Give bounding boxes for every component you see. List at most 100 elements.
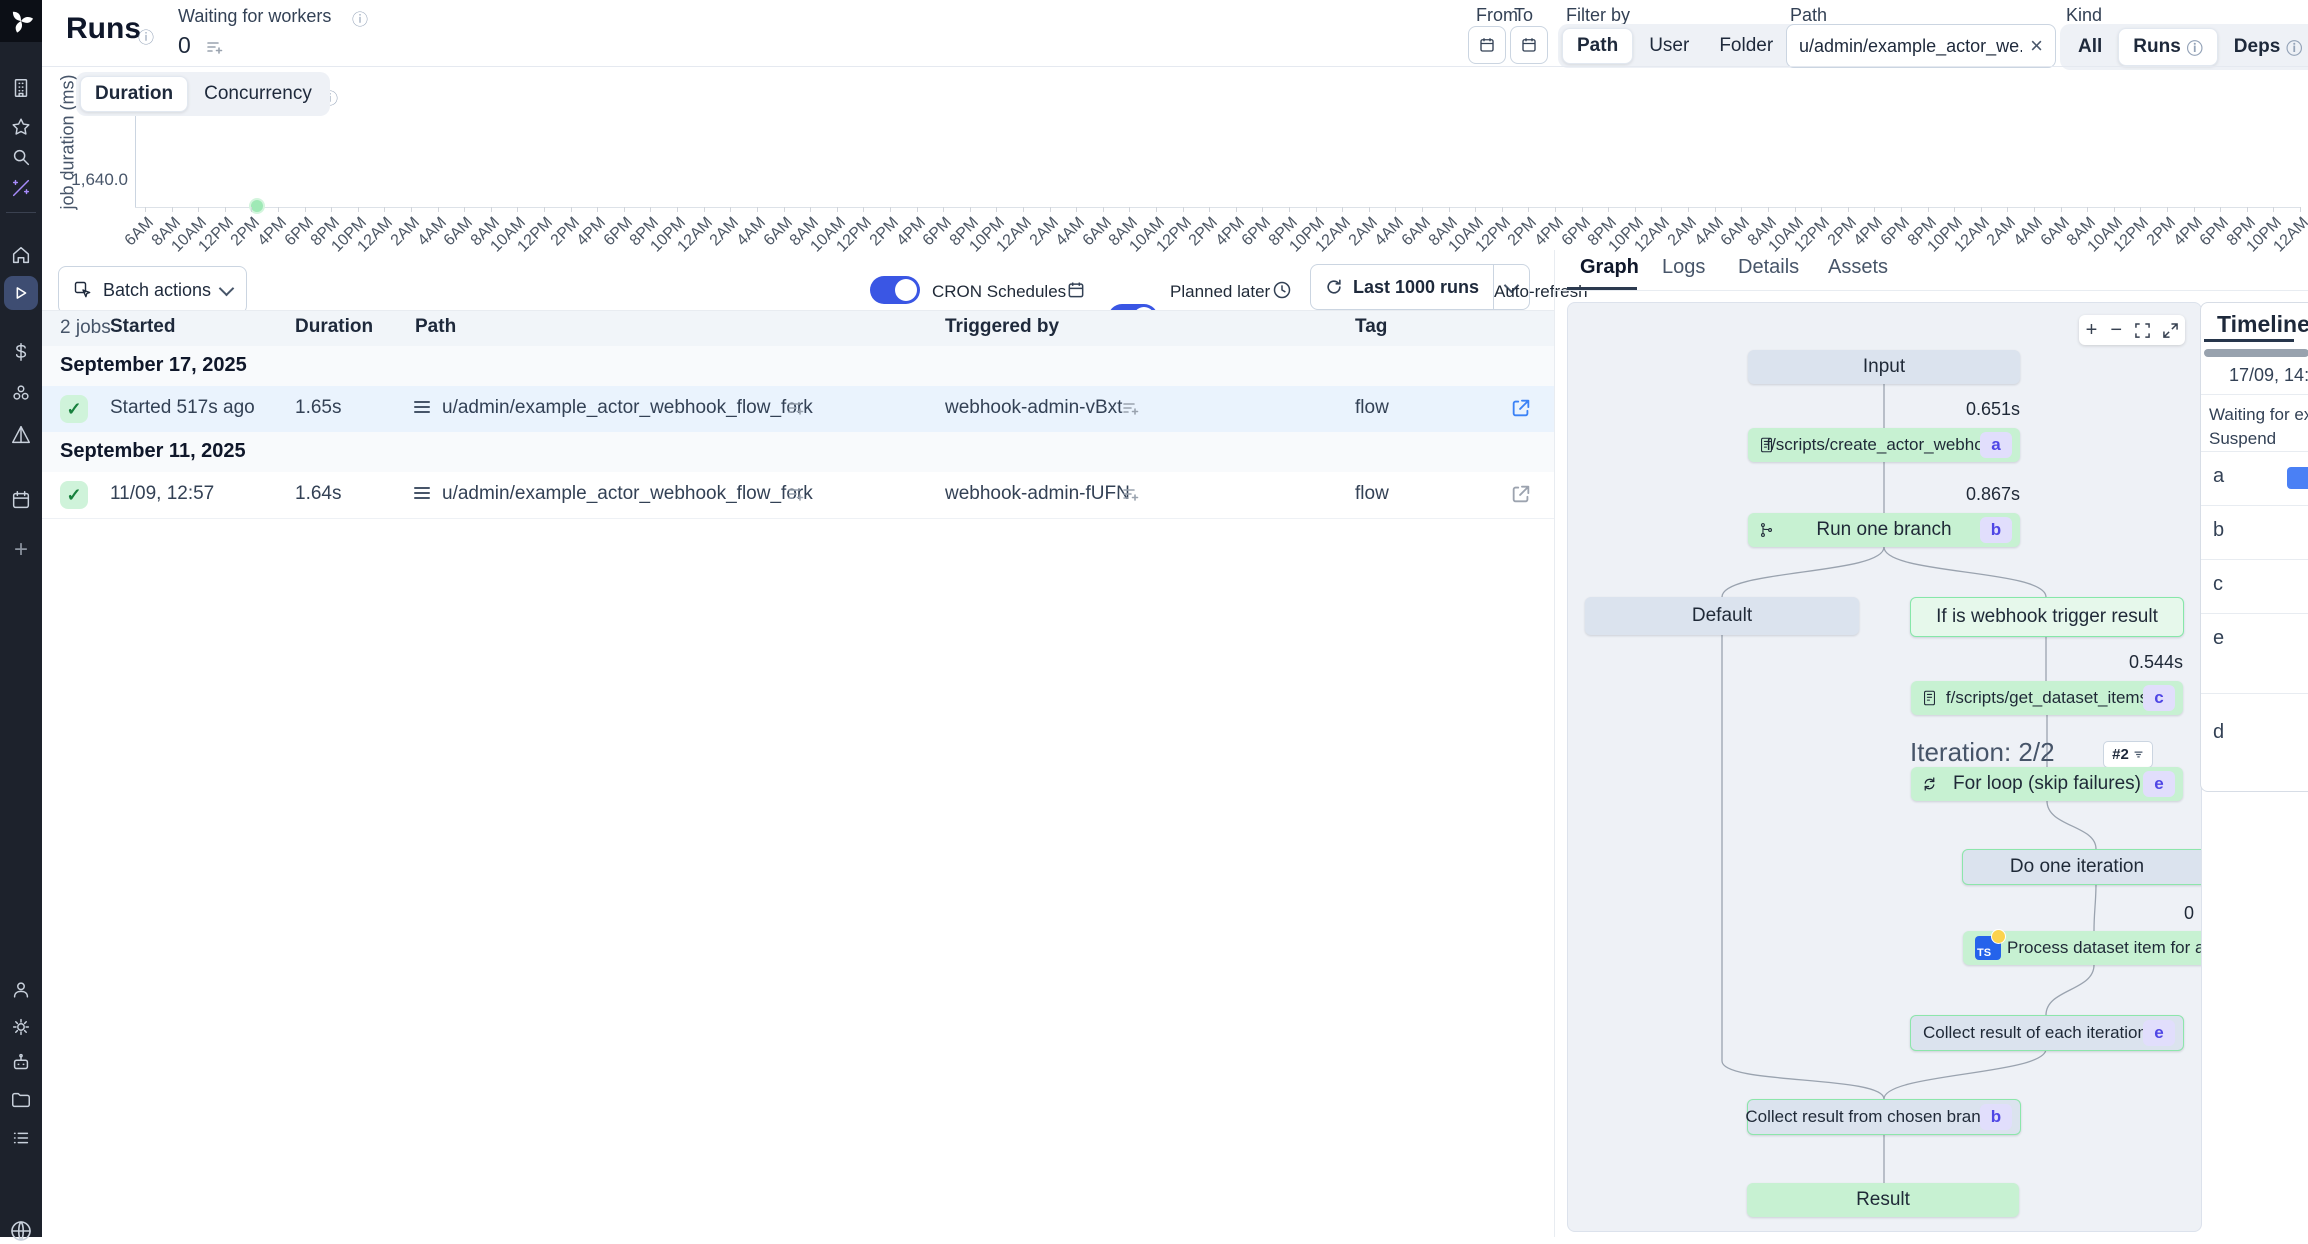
cell-triggered-by[interactable]: webhook-admin-vBxt	[945, 397, 1122, 419]
node-label: f/scripts/create_actor_webhook	[1766, 435, 2001, 455]
tab-logs[interactable]: Logs	[1662, 256, 1705, 279]
x-axis-tick-label: 6AM	[1043, 214, 1115, 286]
sidebar: +	[0, 0, 42, 1237]
node-label: Process dataset item for an action	[2007, 938, 2202, 958]
refresh-icon	[1325, 278, 1343, 296]
waiting-info-icon[interactable]: ⓘ	[352, 6, 368, 30]
iteration-number: #2	[2112, 746, 2129, 763]
typescript-icon: TS	[1975, 936, 2001, 960]
open-run-external-icon[interactable]	[1510, 483, 1532, 510]
clear-path-icon[interactable]: ×	[2030, 35, 2043, 57]
fit-view-icon[interactable]	[2135, 323, 2150, 338]
runs-info-icon[interactable]: ⓘ	[138, 24, 154, 48]
workers-icon[interactable]	[8, 380, 34, 406]
col-path[interactable]: Path	[415, 316, 456, 338]
x-axis-tick-label: 4PM	[2134, 214, 2206, 286]
search-icon[interactable]	[8, 144, 34, 170]
flow-node-collect-chosen-branch[interactable]: Collect result from chosen branch b	[1747, 1099, 2021, 1135]
triggered-filter-add-icon[interactable]	[1122, 399, 1140, 422]
settings-gear-icon[interactable]	[8, 1014, 34, 1040]
filter-by-path[interactable]: Path	[1562, 28, 1633, 64]
path-filter-input[interactable]: u/admin/example_actor_we... ×	[1786, 24, 2056, 68]
schedules-calendar-icon[interactable]	[8, 487, 34, 513]
col-tag[interactable]: Tag	[1355, 316, 1387, 338]
batch-actions-button[interactable]: Batch actions	[58, 266, 247, 314]
col-started[interactable]: Started	[110, 316, 175, 338]
cell-path[interactable]: u/admin/example_actor_webhook_flow_fork	[442, 483, 813, 505]
to-date-button[interactable]	[1510, 26, 1548, 64]
x-axis-tick-label: 10PM	[937, 214, 1009, 286]
triggers-prism-icon[interactable]	[8, 422, 34, 448]
zoom-in-icon[interactable]: +	[2086, 320, 2098, 340]
kind-runs-info-icon[interactable]: ⓘ	[2187, 35, 2203, 59]
x-axis-tick-label: 2AM	[671, 214, 743, 286]
x-axis-tick-label: 10PM	[1895, 214, 1967, 286]
triggered-filter-add-icon[interactable]	[1122, 485, 1140, 508]
x-axis-tick-label: 12PM	[804, 214, 876, 286]
add-plus-icon[interactable]: +	[8, 537, 34, 563]
x-axis-tick-label: 6AM	[724, 214, 796, 286]
flow-node-process-dataset-item[interactable]: TS Process dataset item for an action	[1963, 931, 2202, 965]
folders-icon[interactable]	[8, 1087, 34, 1113]
sidebar-item-runs[interactable]	[4, 276, 38, 310]
x-axis-tick-label: 12AM	[2241, 214, 2308, 286]
filter-by-user[interactable]: User	[1635, 29, 1703, 63]
cell-started: 11/09, 12:57	[110, 483, 214, 505]
waiting-count: 0	[178, 32, 191, 59]
flow-node-if-webhook-trigger[interactable]: If is webhook trigger result	[1910, 597, 2184, 637]
node-duration: 0	[2084, 903, 2194, 924]
globe-icon[interactable]	[8, 1218, 34, 1244]
tab-concurrency[interactable]: Concurrency	[190, 77, 326, 111]
flow-node-result[interactable]: Result	[1747, 1183, 2019, 1217]
cron-schedules-toggle[interactable]	[870, 276, 920, 304]
path-filter-add-icon[interactable]	[787, 399, 805, 422]
tab-duration[interactable]: Duration	[80, 76, 188, 112]
flow-node-collect-each-iteration[interactable]: Collect result of each iteration e	[1910, 1015, 2184, 1051]
user-icon[interactable]	[8, 977, 34, 1003]
col-duration[interactable]: Duration	[295, 316, 373, 338]
timeline-bar[interactable]	[2287, 467, 2308, 489]
zoom-out-icon[interactable]: −	[2110, 320, 2122, 340]
flow-node-default-branch[interactable]: Default	[1585, 597, 1859, 635]
ai-wand-icon[interactable]	[8, 175, 34, 201]
flow-node-do-one-iteration[interactable]: Do one iteration	[1962, 849, 2202, 885]
robot-icon[interactable]	[8, 1050, 34, 1076]
from-date-button[interactable]	[1468, 26, 1506, 64]
cell-triggered-by[interactable]: webhook-admin-fUFN	[945, 483, 1130, 505]
filter-by-folder[interactable]: Folder	[1705, 29, 1787, 63]
x-axis-tick-label: 10AM	[1097, 214, 1169, 286]
cell-path[interactable]: u/admin/example_actor_webhook_flow_fork	[442, 397, 813, 419]
home-icon[interactable]	[8, 242, 34, 268]
flow-node-input[interactable]: Input	[1748, 350, 2020, 384]
kind-runs[interactable]: Runsⓘ	[2118, 28, 2218, 66]
col-triggered-by[interactable]: Triggered by	[945, 316, 1059, 338]
path-filter-add-icon[interactable]	[787, 485, 805, 508]
windmill-logo[interactable]	[0, 0, 42, 42]
page-title: Runs	[66, 12, 141, 46]
tab-details[interactable]: Details	[1738, 256, 1799, 279]
billing-dollar-icon[interactable]	[8, 339, 34, 365]
workspace-building-icon[interactable]	[8, 75, 34, 101]
kind-all[interactable]: All	[2064, 30, 2116, 64]
tab-graph[interactable]: Graph	[1580, 256, 1639, 279]
flow-node-run-one-branch[interactable]: Run one branch b	[1748, 513, 2020, 547]
tab-assets[interactable]: Assets	[1828, 256, 1888, 279]
flow-node-create-actor-webhook[interactable]: f/scripts/create_actor_webhook a	[1748, 428, 2020, 462]
last-runs-button[interactable]: Last 1000 runs	[1310, 264, 1494, 310]
open-run-external-icon[interactable]	[1510, 397, 1532, 424]
favorites-star-icon[interactable]	[8, 114, 34, 140]
table-row[interactable]: ✓ Started 517s ago 1.65s u/admin/example…	[42, 386, 1554, 433]
expand-icon[interactable]	[2163, 323, 2178, 338]
kind-deps[interactable]: Depsⓘ	[2220, 29, 2308, 65]
chart-data-point[interactable]	[249, 198, 265, 214]
x-axis-tick-label: 10AM	[458, 214, 530, 286]
resources-list-icon[interactable]	[8, 1125, 34, 1151]
waiting-filter-icon[interactable]	[206, 38, 224, 61]
timeline-scrollbar[interactable]	[2204, 349, 2308, 357]
iteration-picker[interactable]: #2	[2103, 741, 2153, 768]
flow-node-for-loop[interactable]: For loop (skip failures) e	[1911, 767, 2183, 801]
table-row[interactable]: ✓ 11/09, 12:57 1.64s u/admin/example_act…	[42, 472, 1554, 519]
kind-deps-info-icon[interactable]: ⓘ	[2286, 35, 2302, 59]
flow-node-get-dataset-items[interactable]: f/scripts/get_dataset_items c	[1911, 681, 2183, 715]
x-axis-tick-label: 8PM	[272, 214, 344, 286]
